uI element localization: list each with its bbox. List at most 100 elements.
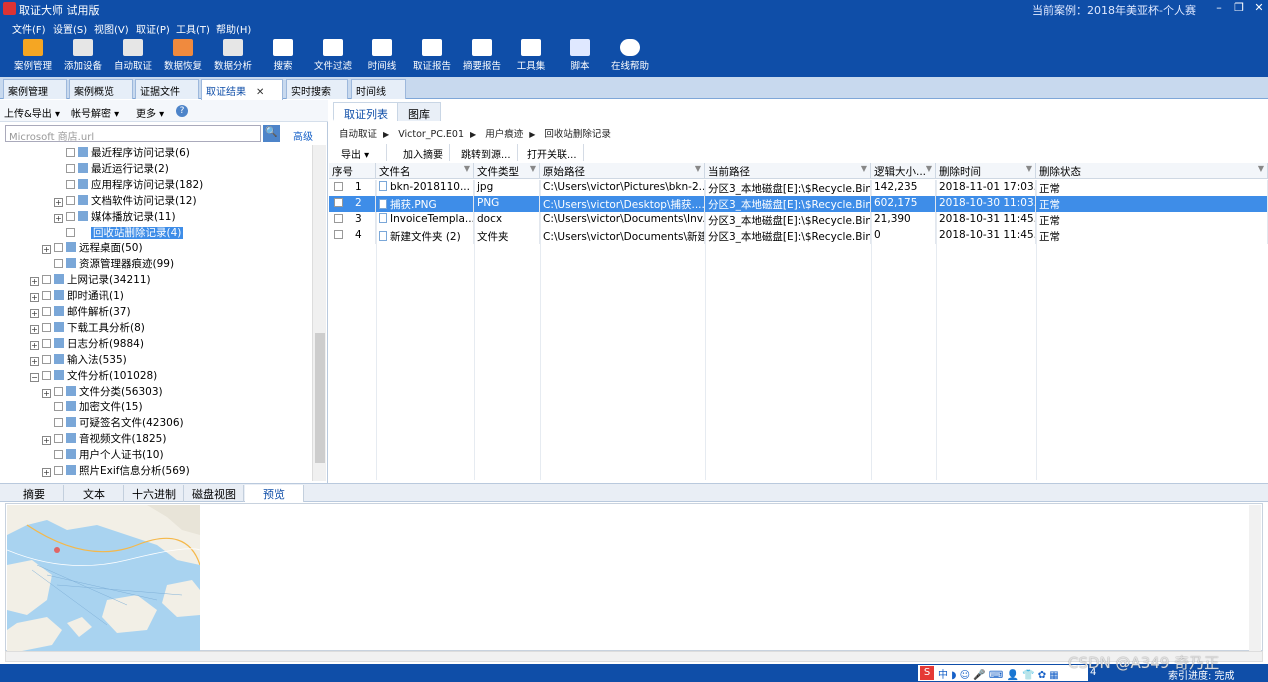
tree-item[interactable]: 回收站删除记录(4) [54, 225, 184, 241]
expand-toggle-icon[interactable]: + [42, 436, 51, 446]
tree-item[interactable]: 资源管理器痕迹(99) [42, 256, 174, 272]
tree-checkbox[interactable] [66, 195, 75, 205]
filter-icon[interactable]: ▼ [530, 164, 536, 173]
tree-item[interactable]: + 邮件解析(37) [30, 304, 131, 320]
tree-item[interactable]: + 下载工具分析(8) [30, 320, 145, 336]
ime-status-icons[interactable]: 中 ◗ ☺ 🎤 ⌨ 👤 👕 ✿ ▦ [938, 666, 1059, 681]
row-checkbox[interactable] [334, 182, 343, 191]
tab-hex[interactable]: 十六进制 [125, 485, 184, 502]
breadcrumb-item[interactable]: Victor_PC.E01 [398, 129, 464, 140]
tree-checkbox[interactable] [42, 291, 51, 301]
expand-toggle-icon[interactable]: + [30, 340, 39, 350]
tab-disk-view[interactable]: 磁盘视图 [185, 485, 244, 502]
tab-forensic-results[interactable]: 取证结果 ✕ [201, 79, 283, 100]
tab-case-overview[interactable]: 案例概览 [69, 79, 133, 99]
filter-icon[interactable]: ▼ [861, 164, 867, 173]
table-row[interactable]: 4 新建文件夹 (2) 文件夹 C:\Users\victor\Documents\新… [329, 228, 1268, 244]
tree-checkbox[interactable] [42, 322, 51, 332]
search-icon[interactable]: 🔍 [263, 125, 280, 142]
online-help-button[interactable]: 在线帮助 [600, 39, 660, 75]
tree-item[interactable]: 用户个人证书(10) [42, 447, 164, 463]
expand-toggle-icon[interactable]: + [30, 324, 39, 334]
account-decrypt-dropdown[interactable]: 帐号解密 ▾ [71, 105, 119, 120]
expand-toggle-icon[interactable]: + [42, 468, 51, 477]
tab-summary[interactable]: 摘要 [5, 485, 64, 502]
menu-tools[interactable]: 工具(T) [176, 21, 210, 36]
tree-item[interactable]: + 输入法(535) [30, 352, 127, 368]
expand-toggle-icon[interactable]: + [42, 388, 51, 398]
tree-checkbox[interactable] [66, 148, 75, 157]
tree-checkbox[interactable] [54, 434, 63, 444]
tab-forensic-list[interactable]: 取证列表 [333, 102, 399, 121]
minimize-button[interactable]: – [1208, 1, 1230, 17]
expand-toggle-icon[interactable]: − [30, 372, 39, 382]
row-checkbox[interactable] [334, 230, 343, 239]
tree-item[interactable]: + 照片Exif信息分析(569) [42, 463, 190, 479]
tree-checkbox[interactable] [42, 275, 51, 285]
upload-export-dropdown[interactable]: 上传&导出 ▾ [4, 105, 60, 120]
table-row[interactable]: 3 InvoiceTempla... docx C:\Users\victor\Doc… [329, 212, 1268, 228]
jump-to-source-button[interactable]: 跳转到源... [455, 144, 518, 161]
column-header[interactable]: 序号 [329, 163, 376, 179]
filter-icon[interactable]: ▼ [695, 164, 701, 173]
expand-toggle-icon[interactable]: + [30, 293, 39, 303]
tree-item[interactable]: + 文件分类(56303) [42, 384, 163, 400]
tree-item[interactable]: + 文档软件访问记录(12) [54, 193, 197, 209]
tree-item[interactable]: + 音视频文件(1825) [42, 431, 166, 447]
column-header[interactable]: 逻辑大小... ▼ [871, 163, 936, 179]
tab-evidence-files[interactable]: 证据文件 [135, 79, 199, 99]
tree-checkbox[interactable] [54, 259, 63, 269]
menu-settings[interactable]: 设置(S) [53, 21, 87, 36]
tree-item[interactable]: 加密文件(15) [42, 399, 143, 415]
table-row[interactable]: 1 bkn-2018110... jpg C:\Users\victor\Pictur… [329, 180, 1268, 196]
filter-icon[interactable]: ▼ [926, 164, 932, 173]
menu-file[interactable]: 文件(F) [12, 21, 46, 36]
tree-checkbox[interactable] [54, 386, 63, 396]
column-header[interactable]: 删除状态 ▼ [1036, 163, 1268, 179]
tree-checkbox[interactable] [42, 307, 51, 316]
column-header[interactable]: 文件名 ▼ [376, 163, 474, 179]
expand-toggle-icon[interactable]: + [30, 309, 39, 318]
tree-checkbox[interactable] [54, 450, 63, 460]
tree-checkbox[interactable] [54, 466, 63, 475]
help-icon[interactable]: ? [176, 105, 188, 117]
filter-icon[interactable]: ▼ [1026, 164, 1032, 173]
column-header[interactable]: 原始路径 ▼ [540, 163, 705, 179]
tab-timeline[interactable]: 时间线 [351, 79, 406, 99]
tab-gallery[interactable]: 图库 [397, 102, 441, 121]
tree-item[interactable]: 最近运行记录(2) [54, 161, 169, 177]
tree-item[interactable]: + 日志分析(9884) [30, 336, 144, 352]
menu-view[interactable]: 视图(V) [94, 21, 129, 36]
breadcrumb-item[interactable]: 自动取证 [339, 129, 377, 140]
expand-toggle-icon[interactable]: + [54, 213, 63, 223]
column-header[interactable]: 文件类型 ▼ [474, 163, 540, 179]
tree-checkbox[interactable] [66, 211, 75, 221]
tab-text[interactable]: 文本 [65, 485, 124, 502]
tree-checkbox[interactable] [42, 370, 51, 380]
ime-toolbar[interactable]: S 中 ◗ ☺ 🎤 ⌨ 👤 👕 ✿ ▦ [918, 665, 1088, 681]
filter-icon[interactable]: ▼ [1258, 164, 1264, 173]
expand-toggle-icon[interactable]: + [54, 197, 63, 207]
tree-scrollbar-thumb[interactable] [315, 333, 325, 463]
add-summary-button[interactable]: 加入摘要 [397, 144, 450, 161]
tree-item[interactable]: + 上网记录(34211) [30, 272, 151, 288]
expand-toggle-icon[interactable]: + [30, 277, 39, 287]
preview-scrollbar[interactable] [1249, 505, 1261, 651]
tree-item[interactable]: + 即时通讯(1) [30, 288, 124, 304]
expand-toggle-icon[interactable]: + [42, 245, 51, 255]
more-dropdown[interactable]: 更多 ▾ [136, 105, 164, 120]
column-header[interactable]: 当前路径 ▼ [705, 163, 871, 179]
tree-item[interactable]: 可疑签名文件(42306) [42, 415, 184, 431]
tree-item[interactable]: + 远程桌面(50) [42, 240, 143, 256]
tree-item[interactable]: − 文件分析(101028) [30, 368, 157, 384]
tree-checkbox[interactable] [54, 418, 63, 428]
tree-checkbox[interactable] [66, 179, 75, 189]
advanced-search-link[interactable]: 高级 [293, 128, 313, 143]
tab-realtime-search[interactable]: 实时搜索 [286, 79, 348, 99]
tree-item[interactable]: + 媒体播放记录(11) [54, 209, 176, 225]
breadcrumb-item[interactable]: 用户痕迹 [485, 129, 523, 140]
row-checkbox[interactable] [334, 198, 343, 207]
tab-case-manage[interactable]: 案例管理 [3, 79, 67, 99]
tree-checkbox[interactable] [66, 163, 75, 173]
tree-search-input[interactable]: Microsoft 商店.url [5, 125, 261, 143]
